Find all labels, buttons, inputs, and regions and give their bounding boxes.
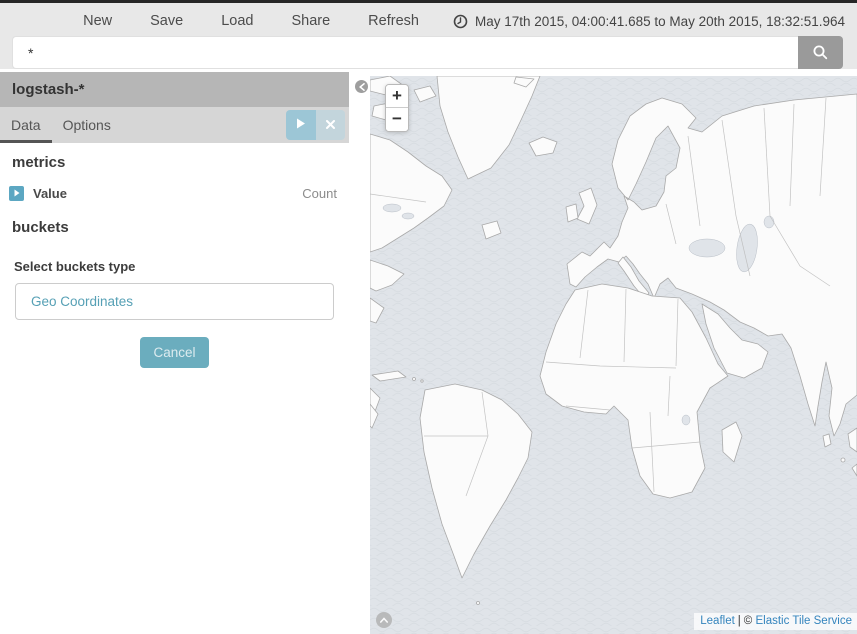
editor-action-buttons bbox=[286, 107, 349, 143]
elastic-tile-service-link[interactable]: Elastic Tile Service bbox=[755, 615, 852, 627]
caret-right-icon bbox=[14, 189, 20, 197]
metric-label: Value bbox=[33, 186, 67, 201]
chevron-up-icon bbox=[380, 617, 388, 623]
time-range-label: May 17th 2015, 04:00:41.685 to May 20th … bbox=[475, 14, 845, 29]
zoom-in-button[interactable]: + bbox=[386, 85, 408, 108]
metrics-heading: metrics bbox=[12, 154, 337, 171]
leaflet-link[interactable]: Leaflet bbox=[700, 615, 735, 627]
metric-row-value: Value Count bbox=[12, 178, 337, 208]
apply-changes-button[interactable] bbox=[286, 110, 316, 140]
navbar-menu: New Save Load Share Refresh May 17th 201… bbox=[0, 6, 857, 36]
load-button[interactable]: Load bbox=[221, 13, 253, 29]
search-bar bbox=[12, 36, 843, 69]
bucket-type-label: Select buckets type bbox=[14, 259, 337, 274]
copyright-symbol: © bbox=[744, 615, 752, 627]
sidebar-collapse-toggle[interactable] bbox=[355, 80, 368, 93]
share-button[interactable]: Share bbox=[291, 13, 330, 29]
close-icon bbox=[326, 120, 335, 129]
map-attribution: Leaflet|© Elastic Tile Service bbox=[694, 613, 857, 630]
cancel-row: Cancel bbox=[12, 337, 337, 368]
new-button[interactable]: New bbox=[83, 13, 112, 29]
save-button[interactable]: Save bbox=[150, 13, 183, 29]
chevron-left-icon bbox=[359, 83, 365, 91]
spy-panel-toggle[interactable] bbox=[376, 612, 392, 628]
index-pattern-header: logstash-* bbox=[0, 72, 349, 107]
tab-data[interactable]: Data bbox=[0, 107, 52, 143]
play-icon bbox=[296, 118, 306, 129]
attribution-divider: | bbox=[738, 615, 741, 627]
top-navbar: New Save Load Share Refresh May 17th 201… bbox=[0, 0, 857, 69]
search-icon bbox=[812, 44, 829, 61]
cancel-button[interactable]: Cancel bbox=[140, 337, 208, 368]
world-map-tiles bbox=[370, 76, 857, 634]
clock-icon bbox=[453, 14, 468, 29]
tile-map-canvas[interactable]: + − Leaflet|© Elastic Tile Service bbox=[370, 76, 857, 634]
index-pattern-label: logstash-* bbox=[12, 81, 85, 98]
editor-content: metrics Value Count buckets Select bucke… bbox=[0, 154, 349, 368]
editor-tabbar: Data Options bbox=[0, 107, 349, 143]
refresh-button[interactable]: Refresh bbox=[368, 13, 419, 29]
expand-metric-button[interactable] bbox=[9, 186, 24, 201]
bucket-type-option-geo-coordinates[interactable]: Geo Coordinates bbox=[15, 283, 334, 320]
tab-options[interactable]: Options bbox=[52, 107, 122, 143]
vis-editor-sidebar: logstash-* Data Options metrics bbox=[0, 72, 349, 634]
map-zoom-control: + − bbox=[385, 84, 409, 132]
discard-changes-button[interactable] bbox=[316, 110, 345, 140]
time-picker[interactable]: May 17th 2015, 04:00:41.685 to May 20th … bbox=[453, 14, 845, 29]
bucket-type-option-label: Geo Coordinates bbox=[31, 294, 133, 309]
buckets-heading: buckets bbox=[12, 219, 337, 236]
query-input[interactable] bbox=[12, 36, 798, 69]
zoom-out-button[interactable]: − bbox=[386, 108, 408, 131]
search-button[interactable] bbox=[798, 36, 843, 69]
metric-aggregation: Count bbox=[302, 186, 337, 201]
